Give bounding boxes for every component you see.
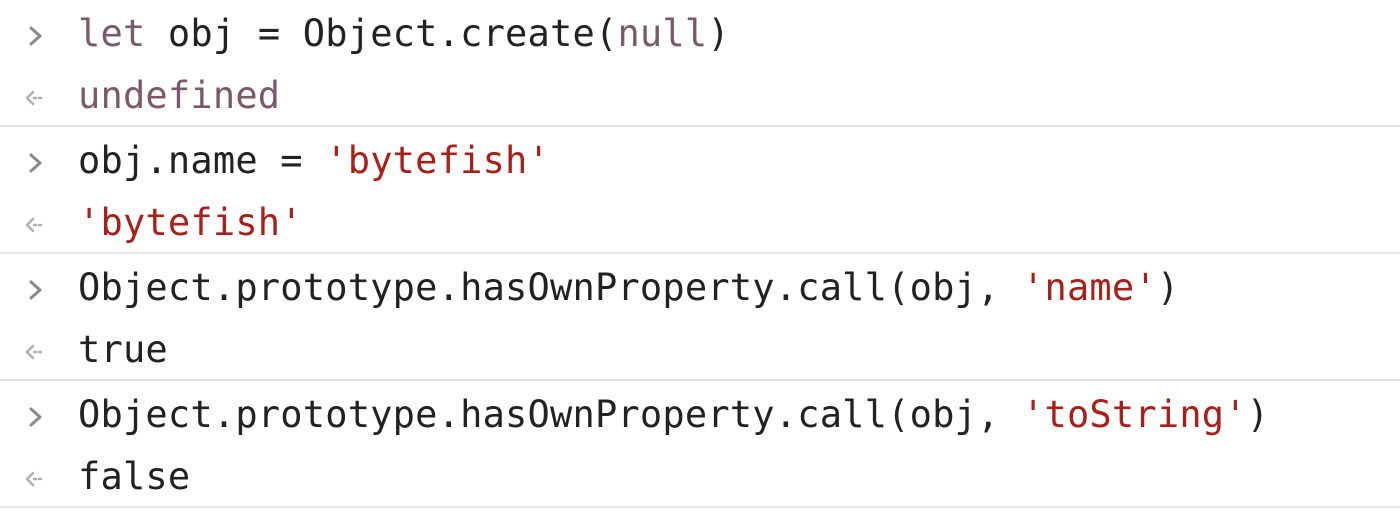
console-log: let obj = Object.create(null) undefined … [0,0,1400,512]
chevron-right-icon [29,26,42,46]
chevron-right-icon [29,280,42,300]
keyword-let: let [78,12,146,55]
console-entry: Object.prototype.hasOwnProperty.call(obj… [0,254,1400,381]
string-literal: 'toString' [1022,393,1247,436]
console-entry: obj.name = 'bytefish' 'bytefish' [0,127,1400,254]
console-output-line: false [0,447,1400,507]
return-arrow-icon [25,471,43,487]
console-entry: Object.prototype.hasOwnProperty.call(obj… [0,381,1400,508]
console-entry: let obj = Object.create(null) undefined [0,0,1400,127]
string-literal: 'name' [1022,266,1157,309]
code-text: Object.prototype.hasOwnProperty.call(obj… [78,393,1022,436]
code-text: Object.prototype.hasOwnProperty.call(obj… [78,266,1022,309]
console-output-line: 'bytefish' [0,193,1400,253]
console-output-line: true [0,320,1400,380]
code-text: obj.name = [78,139,326,182]
return-arrow-icon [25,217,43,233]
console-input-line[interactable]: let obj = Object.create(null) [0,4,1400,64]
console-input-line[interactable]: Object.prototype.hasOwnProperty.call(obj… [0,258,1400,318]
code-text: ) [1246,393,1270,436]
chevron-right-icon [29,153,42,173]
console-output-value: undefined [78,74,281,117]
console-output-line: undefined [0,66,1400,126]
console-input-line[interactable]: Object.prototype.hasOwnProperty.call(obj… [0,385,1400,445]
console-input-code: let obj = Object.create(null) [78,4,730,64]
console-output-value: false [78,455,191,498]
console-input-line[interactable]: obj.name = 'bytefish' [0,131,1400,191]
return-arrow-icon [25,344,43,360]
console-input-code: Object.prototype.hasOwnProperty.call(obj… [78,258,1179,318]
chevron-right-icon [29,407,42,427]
return-arrow-icon [25,90,43,106]
console-output-value: 'bytefish' [78,201,303,244]
code-text: ) [1156,266,1180,309]
console-input-code: obj.name = 'bytefish' [78,131,550,191]
keyword-null: null [617,12,708,55]
code-text: ) [707,12,730,55]
console-input-code: Object.prototype.hasOwnProperty.call(obj… [78,385,1269,445]
string-literal: 'bytefish' [325,139,551,182]
code-text: obj = Object.create( [145,12,618,55]
console-output-value: true [78,328,168,371]
